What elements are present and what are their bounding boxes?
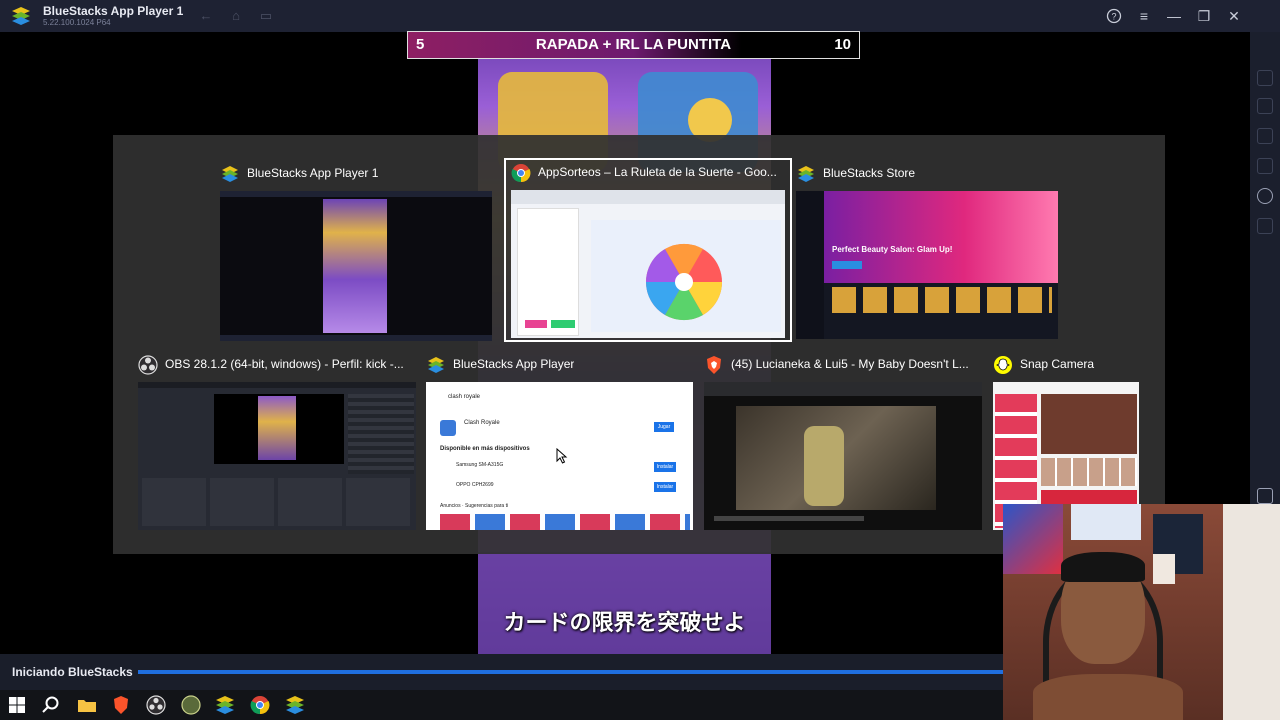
install-button-2: Instalar (654, 482, 676, 492)
app-version: 5.22.100.1024 P64 (43, 18, 111, 27)
install-button-1: Instalar (654, 462, 676, 472)
sidebar-tool-icon[interactable] (1257, 158, 1273, 174)
window-thumbnail (220, 191, 492, 341)
close-icon[interactable]: ✕ (1224, 6, 1244, 26)
bluestacks-icon[interactable] (284, 694, 306, 716)
svg-text:?: ? (1111, 12, 1116, 22)
wall (1223, 504, 1280, 720)
person-hair (1061, 552, 1145, 582)
window-title: AppSorteos – La Ruleta de la Suerte - Go… (538, 165, 777, 179)
sidebar-tool-icon[interactable] (1257, 128, 1273, 144)
app-title: BlueStacks App Player 1 (43, 4, 184, 18)
score-bar: RAPADA + IRL LA PUNTITA 5 10 (407, 31, 860, 59)
sidebar-tool-icon[interactable] (1257, 218, 1273, 234)
mouse-cursor-icon (556, 448, 568, 464)
search-icon[interactable] (40, 694, 62, 716)
window-thumbnail (704, 382, 982, 530)
sidebar-tool-icon[interactable] (1257, 98, 1273, 114)
person-shoulders (1033, 674, 1183, 720)
window-title: Snap Camera (1020, 357, 1095, 371)
multi-instance-icon[interactable]: ▭ (258, 8, 274, 24)
back-icon[interactable]: ← (198, 8, 214, 24)
minimize-icon[interactable]: — (1164, 6, 1184, 26)
score-title: RAPADA + IRL LA PUNTITA (535, 36, 732, 53)
bluestacks-icon[interactable] (214, 694, 236, 716)
file-explorer-icon[interactable] (76, 694, 98, 716)
wall-poster (1003, 504, 1063, 574)
bluestacks-icon (798, 166, 814, 182)
window-title: BlueStacks Store (823, 166, 916, 180)
playstore-section: Disponible en más dispositivos (440, 446, 530, 452)
menu-icon[interactable]: ≡ (1134, 6, 1154, 26)
home-icon[interactable]: ⌂ (228, 8, 244, 24)
playstore-app-name: Clash Royale (464, 420, 500, 426)
switcher-window-bluestacks-store[interactable]: BlueStacks Store Perfect Beauty Salon: G… (796, 161, 1058, 341)
window-switcher: BlueStacks App Player 1 AppSorteos – La … (113, 135, 1165, 554)
sidebar-rotate-icon[interactable] (1257, 188, 1273, 204)
progress-fill (138, 670, 1140, 674)
bluestacks-icon (428, 357, 444, 373)
title-bar: BlueStacks App Player 1 5.22.100.1024 P6… (0, 0, 1280, 32)
window-thumbnail: Perfect Beauty Salon: Glam Up! (796, 191, 1058, 339)
window-thumbnail (138, 382, 416, 530)
wall-poster (1071, 504, 1141, 540)
roulette-wheel (645, 243, 723, 321)
snap-camera-icon (994, 356, 1012, 374)
app-icon[interactable] (180, 694, 202, 716)
obs-icon (138, 355, 158, 375)
sidebar-layers-icon[interactable] (1257, 488, 1273, 504)
chrome-icon[interactable] (249, 694, 271, 716)
window-title: OBS 28.1.2 (64-bit, windows) - Perfil: k… (165, 357, 404, 371)
device-2: OPPO CPH2699 (456, 482, 494, 488)
switcher-window-bluestacks-player[interactable]: BlueStacks App Player clash royale Clash… (426, 352, 693, 532)
progress-bar (138, 670, 1140, 674)
window-thumbnail (511, 190, 785, 338)
playstore-suggest: Anuncios · Sugerencias para ti (440, 503, 509, 509)
window-title: (45) Lucianeka & Lui5 - My Baby Doesn't … (731, 357, 969, 371)
brave-icon[interactable] (110, 694, 132, 716)
game-caption: カードの限界を突破せよ (503, 610, 746, 635)
window-thumbnail: clash royale Clash Royale Jugar Disponib… (426, 382, 693, 530)
wall-poster (1153, 554, 1175, 584)
switcher-window-bluestacks-1[interactable]: BlueStacks App Player 1 (220, 161, 492, 341)
chrome-icon (511, 164, 531, 183)
status-label: Iniciando BlueStacks (12, 665, 133, 679)
webcam-overlay (1003, 504, 1280, 720)
sidebar-tool-icon[interactable] (1257, 70, 1273, 86)
window-title: BlueStacks App Player 1 (247, 166, 379, 180)
bluestacks-logo-icon (12, 7, 30, 25)
store-banner-title: Perfect Beauty Salon: Glam Up! (832, 245, 953, 254)
windows-start-icon[interactable] (6, 694, 28, 716)
restore-icon[interactable]: ❐ (1194, 6, 1214, 26)
switcher-window-appsorteos[interactable]: AppSorteos – La Ruleta de la Suerte - Go… (504, 158, 792, 342)
bluestacks-icon (222, 166, 238, 182)
playstore-play-button: Jugar (654, 422, 674, 432)
brave-icon (707, 356, 721, 374)
switcher-window-brave[interactable]: (45) Lucianeka & Lui5 - My Baby Doesn't … (704, 352, 982, 532)
score-right: 10 (834, 36, 851, 53)
device-1: Samsung SM-A315G (456, 462, 504, 468)
obs-icon[interactable] (145, 694, 167, 716)
switcher-window-obs[interactable]: OBS 28.1.2 (64-bit, windows) - Perfil: k… (138, 352, 416, 532)
help-icon[interactable]: ? (1104, 6, 1124, 26)
window-title: BlueStacks App Player (453, 357, 575, 371)
score-left: 5 (416, 36, 425, 53)
playstore-search-text: clash royale (448, 394, 481, 400)
